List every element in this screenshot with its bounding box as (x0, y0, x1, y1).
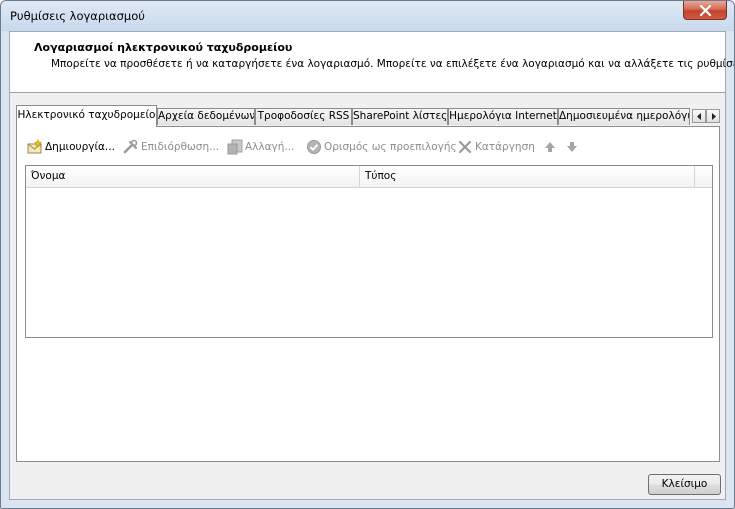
email-tab-panel: Δημιουργία... Επιδιόρθωση... Αλλαγή... Ο… (16, 126, 720, 462)
tab-label: Ηλεκτρονικό ταχυδρομείο (17, 109, 156, 121)
set-as-default-label: Ορισμός ως προεπιλογής (324, 141, 457, 153)
close-icon (699, 5, 712, 16)
tab-internet-calendars[interactable]: Ημερολόγια Internet (448, 108, 558, 125)
tab-label: Ημερολόγια Internet (449, 110, 557, 122)
close-button[interactable]: Κλείσιμο (648, 474, 721, 495)
tab-scroll-left-button[interactable] (692, 109, 706, 123)
remove-label: Κατάργηση (475, 141, 535, 153)
accounts-list[interactable]: Όνομα Τύπος (25, 165, 713, 338)
tab-label: Τροφοδοσίες RSS (257, 110, 350, 122)
dialog-client-area: Λογαριασμοί ηλεκτρονικού ταχυδρομείου Μπ… (9, 31, 734, 500)
tab-sharepoint-lists[interactable]: SharePoint λίστες (352, 108, 448, 125)
set-as-default-button[interactable]: Ορισμός ως προεπιλογής (306, 137, 457, 157)
window-title: Ρυθμίσεις λογαριασμού (10, 9, 145, 23)
move-down-button[interactable] (564, 137, 580, 157)
tab-label: Αρχεία δεδομένων (158, 110, 255, 122)
arrow-down-icon (567, 142, 577, 152)
column-header-type[interactable]: Τύπος (360, 166, 695, 187)
arrow-left-icon (697, 113, 701, 120)
change-label: Αλλαγή... (245, 141, 295, 153)
tab-scroll-right-button[interactable] (706, 109, 720, 123)
repair-label: Επιδιόρθωση... (141, 141, 220, 153)
repair-tools-icon (123, 139, 138, 154)
new-mail-account-icon (27, 139, 43, 154)
tab-published-calendars[interactable]: Δημοσιευμένα ημερολόγια (558, 108, 690, 125)
title-bar[interactable]: Ρυθμίσεις λογαριασμού (1, 1, 734, 31)
new-account-button[interactable]: Δημιουργία... (27, 137, 117, 157)
list-header: Όνομα Τύπος (26, 166, 712, 188)
header-title: Λογαριασμοί ηλεκτρονικού ταχυδρομείου (34, 41, 293, 54)
close-window-button[interactable] (683, 1, 727, 20)
account-toolbar: Δημιουργία... Επιδιόρθωση... Αλλαγή... Ο… (27, 137, 707, 157)
tab-data-files[interactable]: Αρχεία δεδομένων (157, 108, 255, 125)
repair-button[interactable]: Επιδιόρθωση... (123, 137, 223, 157)
arrow-right-icon (712, 113, 716, 120)
checkmark-circle-icon (307, 140, 321, 154)
dialog-header: Λογαριασμοί ηλεκτρονικού ταχυδρομείου Μπ… (10, 32, 734, 93)
tab-strip: Ηλεκτρονικό ταχυδρομείο Αρχεία δεδομένων… (16, 105, 706, 127)
tab-email[interactable]: Ηλεκτρονικό ταχυδρομείο (16, 105, 157, 127)
change-settings-icon (227, 139, 243, 155)
arrow-up-icon (545, 142, 555, 152)
move-up-button[interactable] (542, 137, 558, 157)
tab-label: Δημοσιευμένα ημερολόγια (559, 110, 690, 122)
change-button[interactable]: Αλλαγή... (227, 137, 301, 157)
tab-rss-feeds[interactable]: Τροφοδοσίες RSS (255, 108, 352, 125)
remove-button[interactable]: Κατάργηση (457, 137, 535, 157)
tab-label: SharePoint λίστες (353, 110, 448, 122)
column-header-name[interactable]: Όνομα (26, 166, 360, 187)
account-settings-window: Ρυθμίσεις λογαριασμού Λογαριασμοί ηλεκτρ… (0, 0, 735, 509)
header-description: Μπορείτε να προσθέσετε ή να καταργήσετε … (51, 58, 735, 70)
new-account-label: Δημιουργία... (45, 141, 115, 153)
remove-x-icon (458, 140, 472, 154)
